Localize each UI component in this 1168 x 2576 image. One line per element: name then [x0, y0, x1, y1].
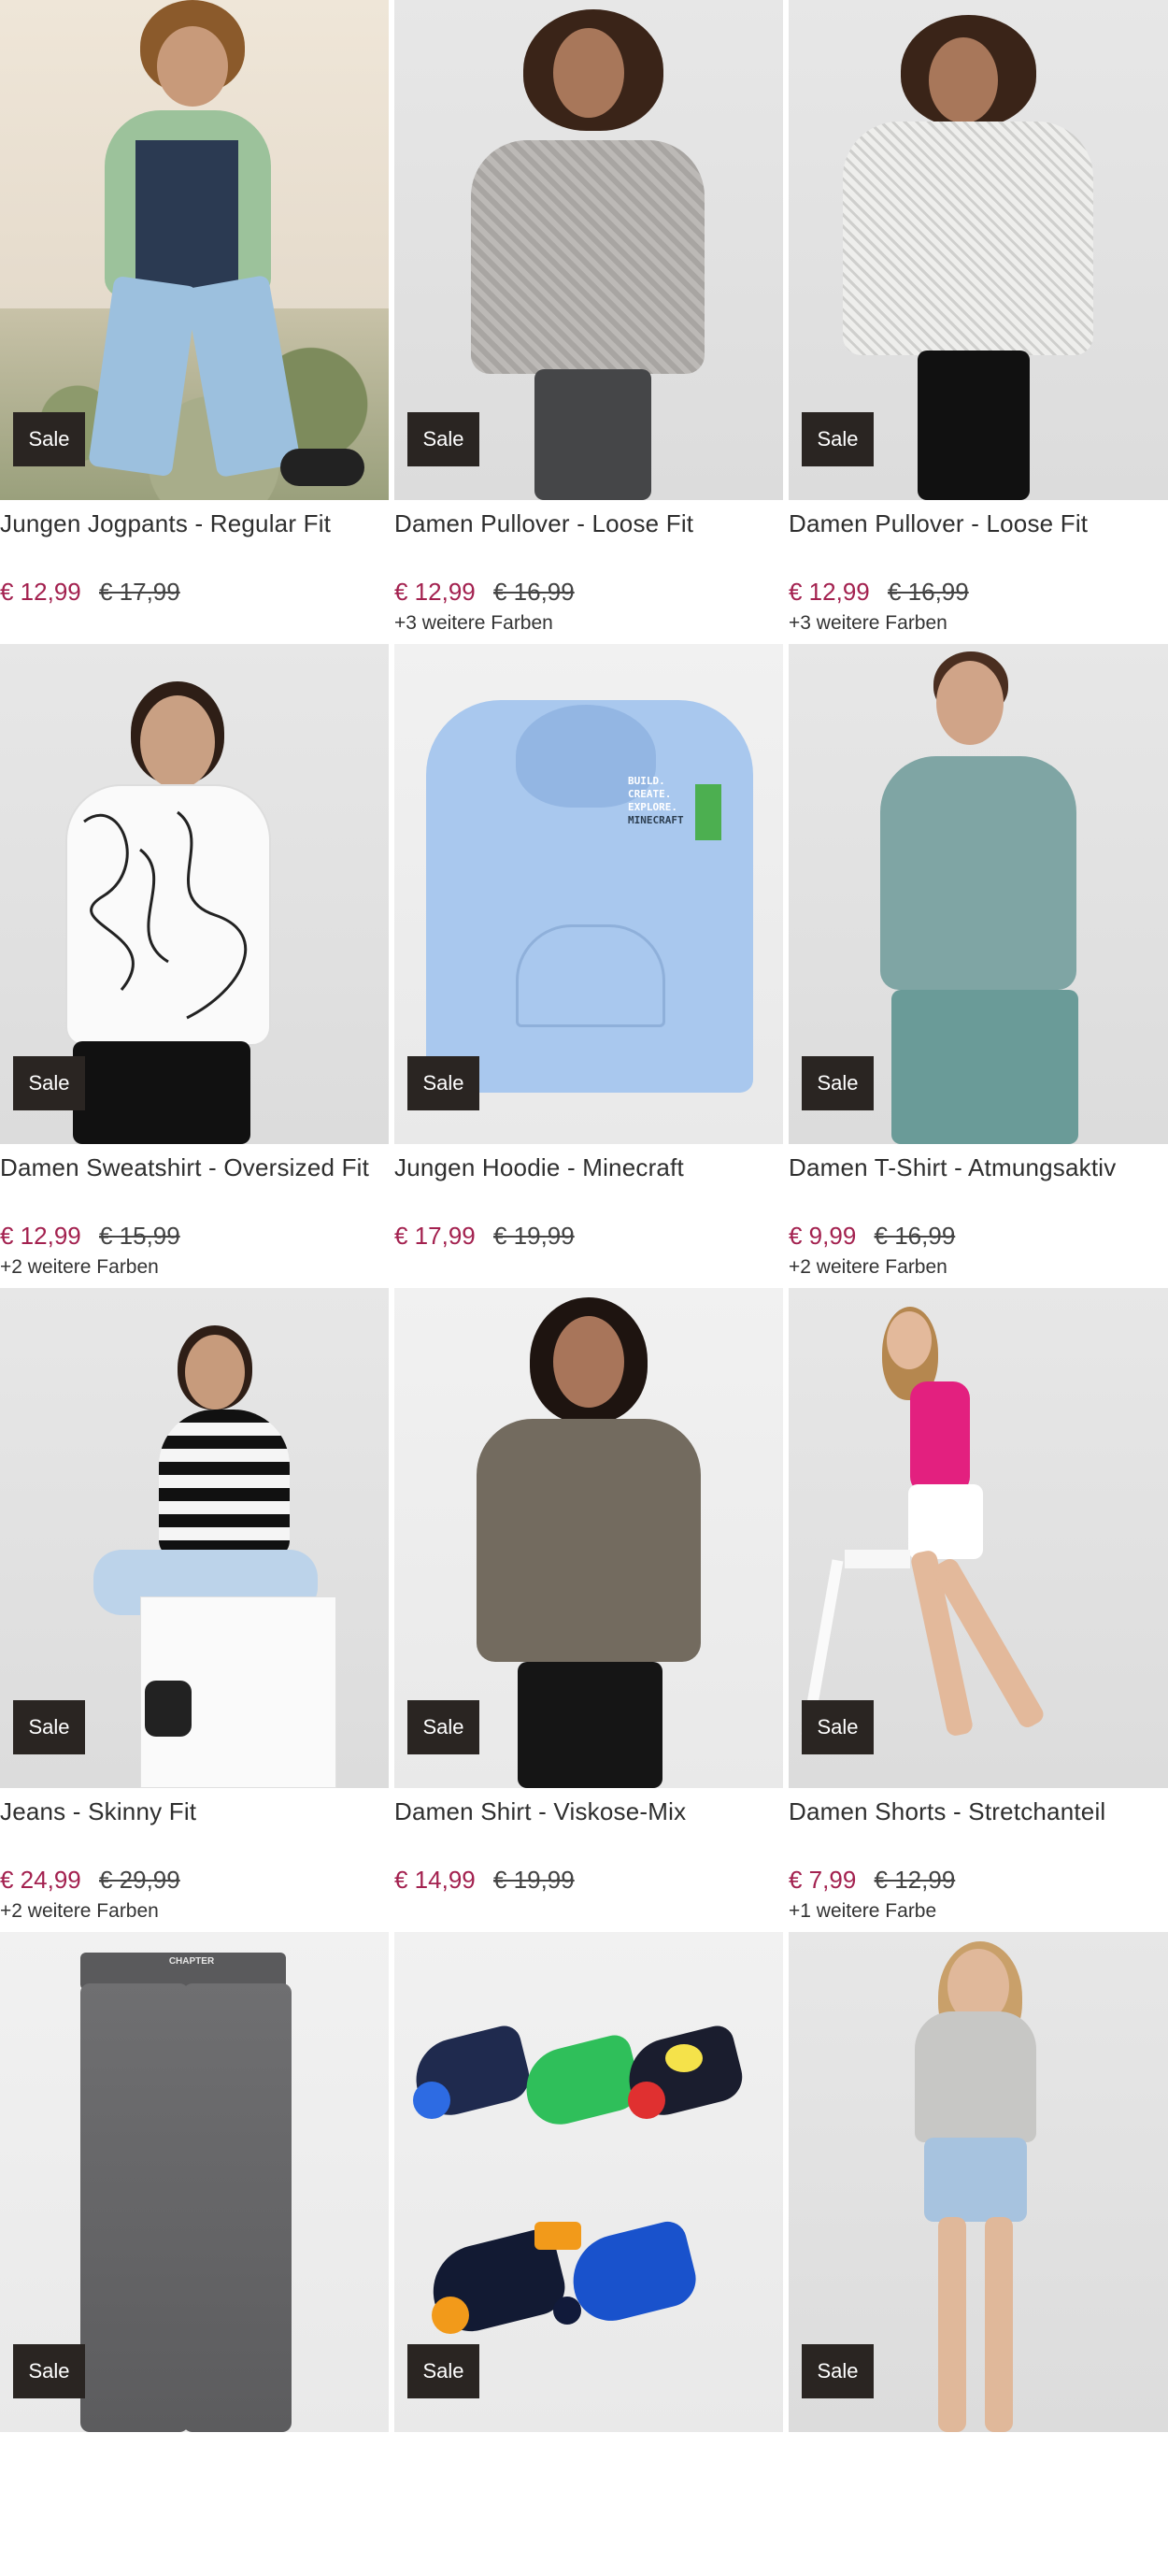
product-card[interactable]: Sale Jungen Jogpants - Regular Fit € 12,… — [0, 0, 389, 644]
more-colors-link[interactable]: +1 weitere Farbe — [789, 1900, 936, 1923]
old-price: € 19,99 — [492, 1222, 575, 1250]
sale-badge: Sale — [802, 2344, 874, 2398]
product-prices: € 17,99 € 19,99 — [394, 1222, 575, 1251]
more-colors-link[interactable]: +2 weitere Farben — [789, 1256, 947, 1279]
product-title[interactable]: Jungen Hoodie - Minecraft — [394, 1153, 783, 1182]
more-colors-link[interactable]: +3 weitere Farben — [394, 612, 553, 635]
product-title[interactable]: Damen Sweatshirt - Oversized Fit — [0, 1153, 389, 1182]
product-card[interactable]: Sale Damen Shorts - Stretchanteil € 7,99… — [789, 1288, 1168, 1932]
sale-badge: Sale — [13, 1700, 85, 1754]
current-price: € 9,99 — [789, 1222, 857, 1250]
old-price: € 16,99 — [492, 578, 575, 606]
product-title[interactable]: Jungen Jogpants - Regular Fit — [0, 509, 389, 538]
product-image[interactable]: Sale — [789, 1288, 1168, 1788]
sale-badge: Sale — [407, 2344, 479, 2398]
product-card[interactable]: Sale Damen Pullover - Loose Fit € 12,99 … — [789, 0, 1168, 644]
product-card[interactable]: Sale Damen Shirt - Viskose-Mix € 14,99 €… — [394, 1288, 783, 1932]
current-price: € 12,99 — [0, 578, 81, 606]
product-title[interactable]: Jeans - Skinny Fit — [0, 1797, 389, 1826]
current-price: € 14,99 — [394, 1866, 476, 1894]
sale-badge: Sale — [802, 1700, 874, 1754]
product-card[interactable]: Sale Damen T-Shirt - Atmungsaktiv € 9,99… — [789, 644, 1168, 1288]
product-prices: € 14,99 € 19,99 — [394, 1866, 575, 1895]
old-price: € 12,99 — [874, 1866, 956, 1894]
product-image[interactable]: Sale — [789, 644, 1168, 1144]
old-price: € 15,99 — [98, 1222, 180, 1250]
product-image[interactable]: Sale — [394, 0, 783, 500]
current-price: € 12,99 — [394, 578, 476, 606]
current-price: € 7,99 — [789, 1866, 857, 1894]
product-image[interactable]: Sale — [0, 0, 389, 500]
old-price: € 16,99 — [887, 578, 969, 606]
product-title[interactable]: Damen Shirt - Viskose-Mix — [394, 1797, 783, 1826]
product-image[interactable]: Sale — [394, 1288, 783, 1788]
product-title[interactable]: Damen T-Shirt - Atmungsaktiv — [789, 1153, 1168, 1182]
product-card[interactable]: CHAPTER Sale — [0, 1932, 389, 2576]
old-price: € 19,99 — [492, 1866, 575, 1894]
product-title[interactable]: Damen Shorts - Stretchanteil — [789, 1797, 1168, 1826]
product-image[interactable]: Sale — [789, 0, 1168, 500]
current-price: € 17,99 — [394, 1222, 476, 1250]
sale-badge: Sale — [13, 1056, 85, 1110]
old-price: € 17,99 — [98, 578, 180, 606]
sale-badge: Sale — [802, 412, 874, 466]
product-card[interactable]: Sale — [789, 1932, 1168, 2576]
more-colors-link[interactable]: +2 weitere Farben — [0, 1256, 159, 1279]
product-prices: € 9,99 € 16,99 — [789, 1222, 955, 1251]
brand-tag: CHAPTER — [168, 1956, 215, 1967]
product-prices: € 7,99 € 12,99 — [789, 1866, 955, 1895]
product-prices: € 12,99 € 15,99 — [0, 1222, 180, 1251]
current-price: € 24,99 — [0, 1866, 81, 1894]
product-image[interactable]: CHAPTER Sale — [0, 1932, 389, 2432]
product-prices: € 12,99 € 16,99 — [394, 578, 575, 607]
product-image[interactable]: BUILD. CREATE. EXPLORE. MINECRAFT Sale — [394, 644, 783, 1144]
more-colors-link[interactable]: +3 weitere Farben — [789, 612, 947, 635]
product-card[interactable]: Sale Jeans - Skinny Fit € 24,99 € 29,99 … — [0, 1288, 389, 1932]
product-prices: € 24,99 € 29,99 — [0, 1866, 180, 1895]
sale-badge: Sale — [407, 1700, 479, 1754]
pattern-graphic — [83, 810, 248, 1020]
product-image[interactable]: Sale — [789, 1932, 1168, 2432]
product-card[interactable]: Sale Damen Sweatshirt - Oversized Fit € … — [0, 644, 389, 1288]
product-card[interactable]: Sale Damen Pullover - Loose Fit € 12,99 … — [394, 0, 783, 644]
more-colors-link[interactable]: +2 weitere Farben — [0, 1900, 159, 1923]
product-image[interactable]: Sale — [0, 1288, 389, 1788]
product-prices: € 12,99 € 17,99 — [0, 578, 180, 607]
product-image[interactable]: Sale — [394, 1932, 783, 2432]
old-price: € 29,99 — [98, 1866, 180, 1894]
sale-badge: Sale — [13, 2344, 85, 2398]
product-title[interactable]: Damen Pullover - Loose Fit — [789, 509, 1168, 538]
product-card[interactable]: Sale — [394, 1932, 783, 2576]
product-image[interactable]: Sale — [0, 644, 389, 1144]
current-price: € 12,99 — [0, 1222, 81, 1250]
product-title[interactable]: Damen Pullover - Loose Fit — [394, 509, 783, 538]
product-prices: € 12,99 € 16,99 — [789, 578, 969, 607]
current-price: € 12,99 — [789, 578, 870, 606]
sale-badge: Sale — [407, 412, 479, 466]
sale-badge: Sale — [407, 1056, 479, 1110]
product-card[interactable]: BUILD. CREATE. EXPLORE. MINECRAFT Sale J… — [394, 644, 783, 1288]
sale-badge: Sale — [13, 412, 85, 466]
old-price: € 16,99 — [874, 1222, 956, 1250]
product-grid: Sale Jungen Jogpants - Regular Fit € 12,… — [0, 0, 1168, 2576]
sale-badge: Sale — [802, 1056, 874, 1110]
